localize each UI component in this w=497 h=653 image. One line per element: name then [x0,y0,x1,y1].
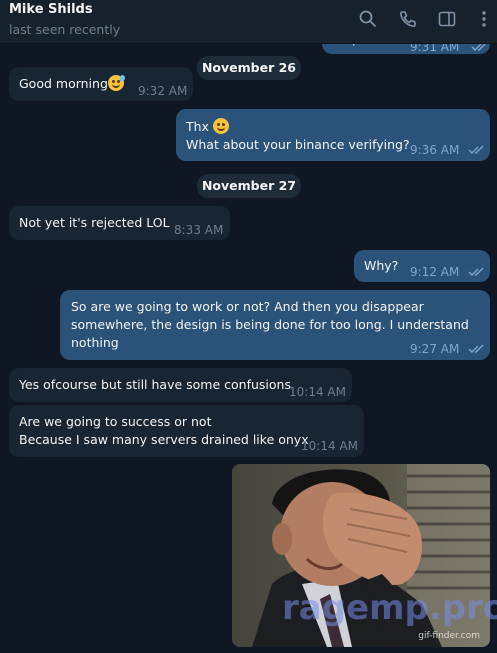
message-time: 9:36 AM [410,143,460,157]
chat-header: Mike Shilds last seen recently [0,0,497,44]
watermark-text: ragemp.pro [282,588,497,628]
message-text-line: Are we going to success or not [19,414,212,429]
message-bubble-outgoing[interactable]: So are we going to work or not? And then… [60,290,490,360]
message-text-line: somewhere, the design is being done for … [71,317,469,332]
read-ticks-icon [468,344,486,354]
message-text: Why? [364,258,399,273]
message-text: Not yet it's rejected LOL [19,215,170,230]
date-separator: November 27 [197,174,301,198]
message-time: 9:32 AM [138,84,188,98]
sweat-smile-emoji-icon [107,75,125,91]
contact-status: last seen recently [9,22,121,37]
message-bubble-incoming[interactable]: Good morning 9:32 AM [9,67,193,101]
search-icon[interactable] [358,9,378,29]
message-time: 10:14 AM [289,385,346,399]
message-time: 9:12 AM [410,265,460,279]
smile-emoji-icon [212,118,229,134]
message-bubble-outgoing[interactable]: Thx What about your binance verifying? 9… [176,109,490,161]
message-text-line: Thx [186,118,229,136]
date-separator: November 26 [197,56,301,80]
message-bubble-incoming[interactable]: Are we going to success or not Because I… [9,405,364,457]
gif-source-label: gif-finder.com [418,631,480,641]
more-icon[interactable] [474,9,494,29]
message-bubble-outgoing[interactable]: Why? 9:12 AM [354,250,490,282]
message-text-line: Because I saw many servers drained like … [19,432,309,447]
message-text: Good morning [19,75,125,93]
message-text-line: So are we going to work or not? And then… [71,299,424,314]
message-time: 10:14 AM [301,439,358,453]
message-time: 8:33 AM [174,223,224,237]
phone-icon[interactable] [398,9,418,29]
message-bubble-incoming[interactable]: Yes ofcourse but still have some confusi… [9,368,352,402]
sidebar-toggle-icon[interactable] [437,9,457,29]
message-time: 9:27 AM [410,342,460,356]
read-ticks-icon [468,145,486,155]
message-text-line: nothing [71,335,119,350]
contact-name[interactable]: Mike Shilds [9,2,93,17]
message-text: Yes ofcourse but still have some confusi… [19,377,291,392]
message-bubble-incoming[interactable]: Not yet it's rejected LOL 8:33 AM [9,206,230,240]
message-text-line: What about your binance verifying? [186,137,410,152]
read-ticks-icon [468,267,486,277]
